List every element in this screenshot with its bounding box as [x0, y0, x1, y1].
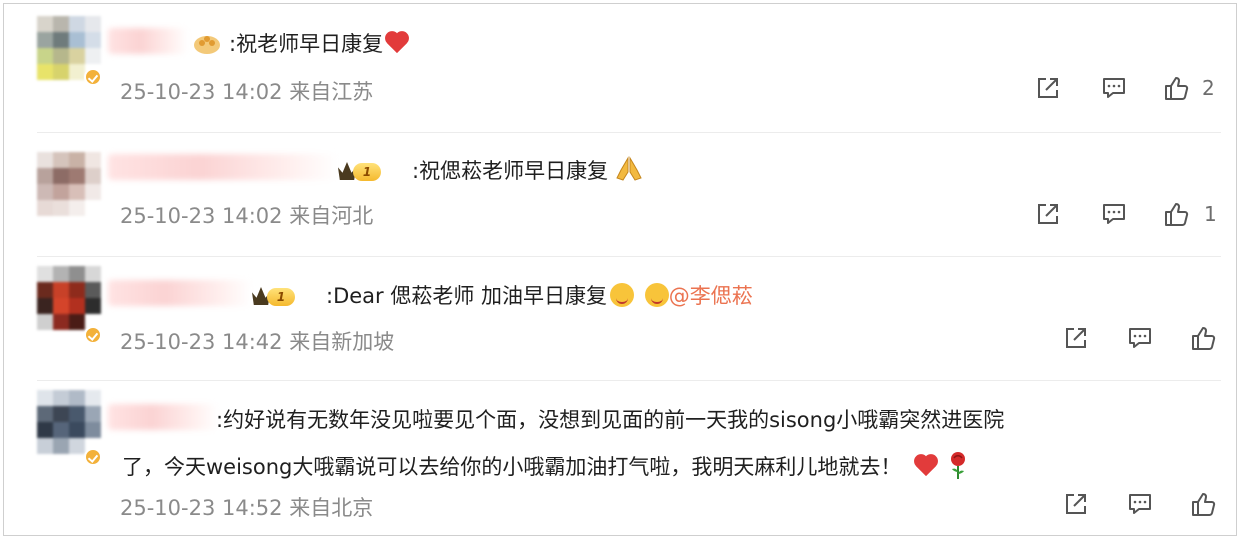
- comment-meta: 25-10-23 14:42 来自新加坡: [120, 326, 394, 356]
- verified-badge-icon: [84, 448, 102, 466]
- comment-text-line-1: :约好说有无数年没见啦要见个面，没想到见面的前一天我的sisong小哦霸突然进医…: [216, 408, 1005, 432]
- comment-date: 25-10-23 14:42: [120, 330, 283, 354]
- share-icon[interactable]: [1062, 490, 1090, 518]
- comment-actions: 2: [1034, 74, 1224, 104]
- comment-location: 来自北京: [289, 496, 374, 520]
- share-icon[interactable]: [1062, 324, 1090, 352]
- comment-location: 来自河北: [289, 204, 374, 228]
- like-icon[interactable]: [1162, 74, 1190, 102]
- heart-emoji-icon: [914, 453, 940, 477]
- avatar[interactable]: [37, 390, 101, 454]
- comment-actions: [1062, 324, 1222, 354]
- username-blurred[interactable]: [108, 280, 252, 306]
- comment-date: 25-10-23 14:02: [120, 204, 283, 228]
- comment-icon[interactable]: [1100, 200, 1128, 228]
- fan-emblem-icon: [192, 31, 222, 55]
- mention-link[interactable]: @李偲菘: [669, 284, 753, 308]
- rose-emoji-icon: [947, 450, 969, 480]
- fan-level: 1: [353, 163, 381, 181]
- username-blurred[interactable]: [108, 28, 188, 54]
- comment-location: 来自新加坡: [289, 330, 395, 354]
- share-icon[interactable]: [1034, 200, 1062, 228]
- comment-actions: 1: [1034, 200, 1224, 230]
- comment-actions: [1062, 490, 1222, 520]
- divider: [37, 132, 1221, 133]
- divider: [37, 256, 1221, 257]
- fan-level-badge: 1: [338, 161, 382, 183]
- verified-badge-icon: [84, 68, 102, 86]
- verified-badge-icon: [84, 326, 102, 344]
- comment-text-line-2: 了，今天weisong大哦霸说可以去给你的小哦霸加油打气啦，我明天麻利儿地就去！: [122, 450, 969, 481]
- like-count: 1: [1204, 202, 1217, 226]
- divider: [37, 380, 1221, 381]
- share-icon[interactable]: [1034, 74, 1062, 102]
- like-icon[interactable]: [1162, 200, 1190, 228]
- avatar[interactable]: [37, 152, 101, 216]
- comment-date: 25-10-23 14:52: [120, 496, 283, 520]
- comment-icon[interactable]: [1126, 324, 1154, 352]
- comment-icon[interactable]: [1126, 490, 1154, 518]
- fan-level: 1: [267, 288, 295, 306]
- username-blurred[interactable]: [108, 404, 218, 430]
- comment-icon[interactable]: [1100, 74, 1128, 102]
- comment-meta: 25-10-23 14:52 来自北京: [120, 492, 373, 522]
- username-blurred[interactable]: [108, 154, 338, 180]
- avatar[interactable]: [37, 266, 101, 330]
- fan-level-badge: 1: [252, 286, 296, 308]
- comment-text: :祝偲菘老师早日康复: [412, 156, 643, 185]
- kiss-emoji-icon: [644, 283, 669, 307]
- like-count: 2: [1202, 76, 1215, 100]
- comment-date: 25-10-23 14:02: [120, 80, 283, 104]
- comment-meta: 25-10-23 14:02 来自河北: [120, 200, 373, 230]
- like-icon[interactable]: [1189, 324, 1217, 352]
- comment-text: :Dear 偲菘老师 加油早日康复 @李偲菘: [326, 283, 753, 308]
- comment-list: :祝老师早日康复 25-10-23 14:02 来自江苏 2 1:祝偲菘老师早…: [3, 3, 1237, 536]
- like-icon[interactable]: [1189, 490, 1217, 518]
- comment-location: 来自江苏: [289, 80, 374, 104]
- heart-emoji-icon: [385, 30, 411, 54]
- comment-meta: 25-10-23 14:02 来自江苏: [120, 76, 373, 106]
- comment-text: :祝老师早日康复: [229, 30, 411, 58]
- kiss-emoji-icon: [610, 283, 635, 307]
- pray-emoji-icon: [615, 156, 643, 182]
